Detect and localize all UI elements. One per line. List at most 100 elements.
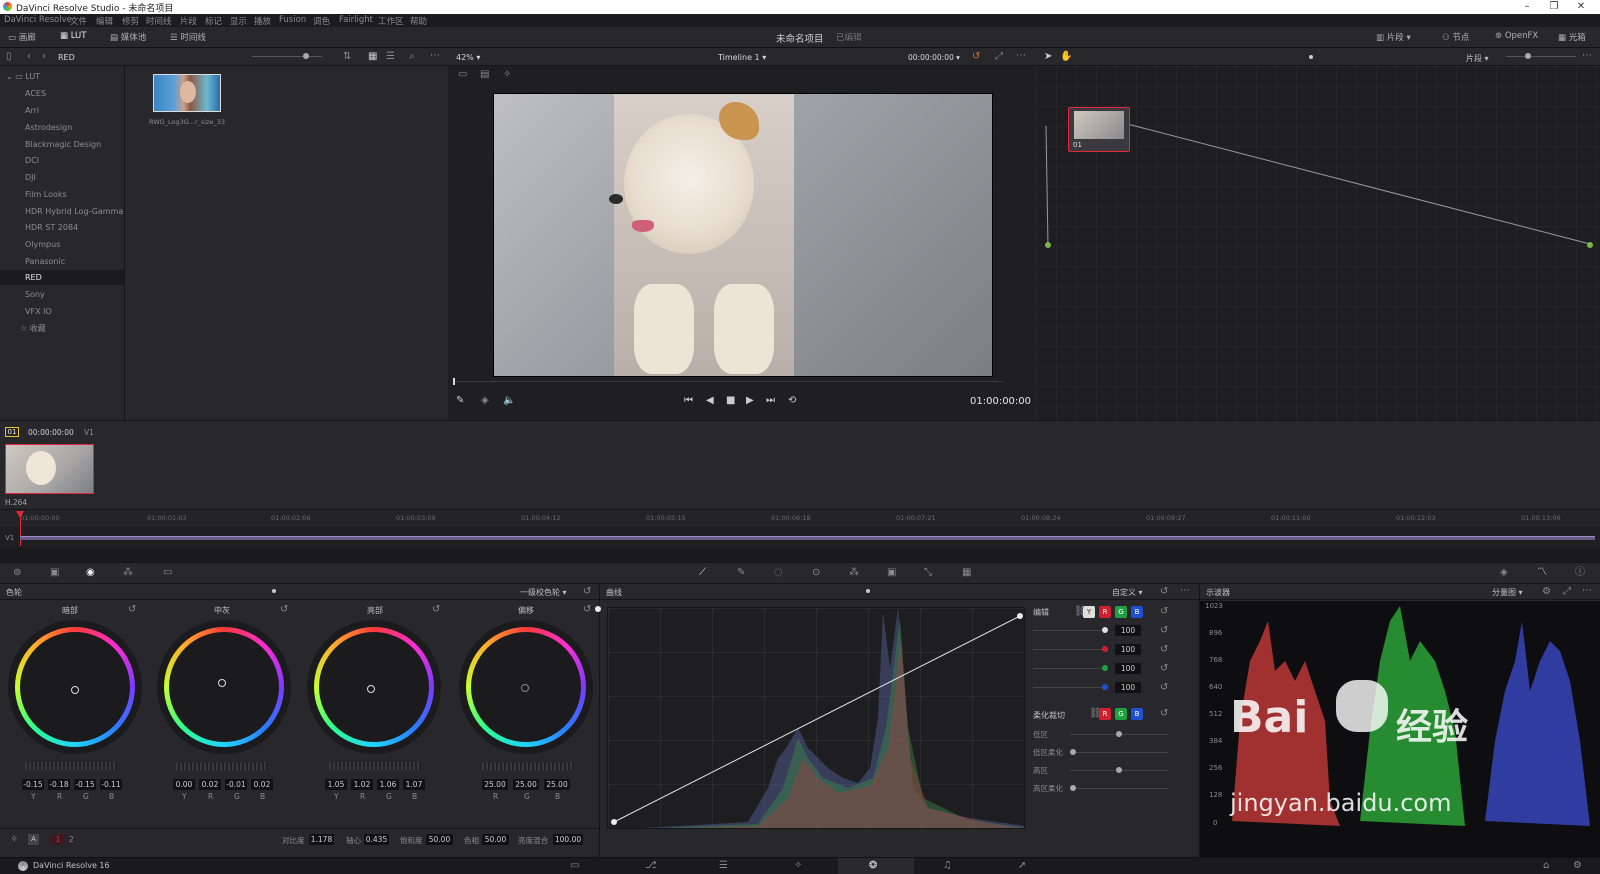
- intensity-g-slider[interactable]: [1033, 668, 1108, 669]
- forward-icon[interactable]: ›: [42, 52, 46, 62]
- softclip-g-button[interactable]: G: [1115, 708, 1127, 720]
- fullscreen-icon[interactable]: ⤢: [1563, 587, 1571, 597]
- lut-folder-aces[interactable]: ACES: [25, 89, 46, 98]
- search-icon[interactable]: ⌕: [409, 52, 415, 62]
- more-options-icon[interactable]: ⋯: [430, 51, 440, 61]
- media-page-icon[interactable]: ▭: [570, 861, 579, 871]
- camera-raw-icon[interactable]: ⊚: [13, 568, 21, 578]
- cut-page-icon[interactable]: ⎇: [645, 861, 657, 871]
- page-dot[interactable]: [1309, 55, 1313, 59]
- lut-folder-hdr-hlg[interactable]: HDR Hybrid Log-Gamma: [25, 207, 123, 216]
- back-icon[interactable]: ‹: [27, 52, 31, 62]
- intensity-y-handle[interactable]: [1102, 627, 1108, 633]
- menu-fusion[interactable]: Fusion: [279, 15, 306, 25]
- softclip-b-button[interactable]: B: [1131, 708, 1143, 720]
- close-icon[interactable]: ✕: [1568, 0, 1594, 14]
- more-options-icon[interactable]: ⋯: [1582, 51, 1592, 61]
- grid-view-icon[interactable]: ▦: [368, 52, 377, 62]
- reset-icon[interactable]: ↺: [128, 605, 136, 615]
- reset-icon[interactable]: ↺: [1160, 626, 1168, 636]
- page-dot[interactable]: [272, 589, 276, 593]
- curves-graph[interactable]: [607, 607, 1025, 829]
- minimize-icon[interactable]: –: [1514, 0, 1540, 14]
- reset-icon[interactable]: ↺: [583, 605, 591, 615]
- timeline-clip-bar[interactable]: [20, 536, 1595, 540]
- low-slider-handle[interactable]: [1116, 731, 1122, 737]
- intensity-g-value[interactable]: 100: [1115, 663, 1141, 674]
- settings-gear-icon[interactable]: ⚙: [1573, 861, 1582, 871]
- channel-b-button[interactable]: B: [1131, 606, 1143, 618]
- stop-icon[interactable]: ■: [726, 396, 735, 406]
- lut-folder-panasonic[interactable]: Panasonic: [25, 257, 65, 266]
- page-2-button[interactable]: 2: [69, 835, 74, 844]
- motion-effects-icon[interactable]: ▭: [163, 568, 172, 578]
- curve-point-black[interactable]: [611, 819, 617, 825]
- node-mode-selector[interactable]: 片段 ▾: [1466, 53, 1489, 64]
- wheel-lift-r[interactable]: -0.18: [48, 779, 70, 790]
- lut-thumbnail[interactable]: [153, 74, 221, 112]
- wheel-offset-slider[interactable]: [482, 762, 574, 770]
- channel-r-button[interactable]: R: [1099, 606, 1111, 618]
- list-view-icon[interactable]: ☰: [386, 52, 395, 62]
- menu-playback[interactable]: 播放: [254, 15, 271, 27]
- curves-icon[interactable]: ⟋: [699, 568, 706, 578]
- node-zoom-slider-handle[interactable]: [1525, 53, 1531, 59]
- node-zoom-slider[interactable]: [1506, 56, 1576, 57]
- reset-icon[interactable]: ↺: [432, 605, 440, 615]
- more-options-icon[interactable]: ⋯: [1016, 51, 1026, 61]
- intensity-b-value[interactable]: 100: [1115, 682, 1141, 693]
- lut-folder-dci[interactable]: DCI: [25, 156, 39, 165]
- wheel-gain-g[interactable]: 1.06: [377, 779, 399, 790]
- openfx-button[interactable]: ⊛ OpenFX: [1495, 31, 1538, 41]
- pivot-value[interactable]: 0.435: [364, 834, 389, 845]
- wheel-offset-handle[interactable]: [521, 684, 529, 692]
- channel-y-button[interactable]: Y: [1083, 606, 1095, 618]
- menu-edit[interactable]: 编辑: [96, 15, 113, 27]
- rgb-mixer-icon[interactable]: ⁂: [123, 568, 133, 578]
- lut-folder-dji[interactable]: DJI: [25, 173, 36, 182]
- nodes-button[interactable]: ⚇ 节点: [1442, 31, 1469, 43]
- reset-icon[interactable]: ↺: [1160, 645, 1168, 655]
- favorites-item[interactable]: ☆ 收藏: [20, 323, 46, 334]
- maximize-icon[interactable]: ❐: [1541, 0, 1567, 14]
- intensity-b-slider[interactable]: [1033, 687, 1108, 688]
- lut-folder-arri[interactable]: Arri: [25, 106, 39, 115]
- tracker-icon[interactable]: ⊙: [812, 568, 820, 578]
- wheel-gain-handle[interactable]: [367, 685, 375, 693]
- lut-folder-hdr-st2084[interactable]: HDR ST 2084: [25, 223, 78, 232]
- intensity-y-slider[interactable]: [1033, 630, 1108, 631]
- wheel-lift[interactable]: [8, 620, 142, 754]
- clips-button[interactable]: ▥ 片段 ▾: [1376, 31, 1411, 43]
- loop-icon[interactable]: ↺: [972, 52, 980, 62]
- page-1-button[interactable]: 1: [50, 834, 66, 845]
- auto-color-icon[interactable]: A: [28, 834, 39, 845]
- lut-folder-blackmagic[interactable]: Blackmagic Design: [25, 140, 101, 149]
- reset-icon[interactable]: ↺: [1160, 683, 1168, 693]
- page-dot[interactable]: [866, 589, 870, 593]
- node-01[interactable]: 01: [1068, 107, 1130, 152]
- color-match-icon[interactable]: ▣: [50, 568, 59, 578]
- menu-workspace[interactable]: 工作区: [378, 15, 404, 27]
- wheel-gain-slider[interactable]: [329, 762, 421, 770]
- more-options-icon[interactable]: ⋯: [1582, 586, 1592, 596]
- wheel-gain-y[interactable]: 1.05: [325, 779, 347, 790]
- qualifier-icon[interactable]: ✎: [737, 568, 745, 578]
- wheel-gamma-b[interactable]: 0.02: [251, 779, 273, 790]
- fairlight-page-icon[interactable]: ♫: [943, 861, 952, 871]
- reset-icon[interactable]: ↺: [583, 587, 591, 597]
- loop-playback-icon[interactable]: ⟲: [788, 396, 796, 406]
- reset-icon[interactable]: ↺: [1160, 607, 1168, 617]
- edit-page-icon[interactable]: ☰: [719, 861, 728, 871]
- menu-clip[interactable]: 片段: [180, 15, 197, 27]
- menu-timeline[interactable]: 时间线: [146, 15, 172, 27]
- lut-folder-astrodesign[interactable]: Astrodesign: [25, 123, 72, 132]
- color-wheels-icon[interactable]: ◉: [86, 568, 95, 578]
- sidebar-toggle-icon[interactable]: ▯: [6, 52, 12, 62]
- key-icon[interactable]: ▣: [887, 568, 896, 578]
- menu-help[interactable]: 帮助: [410, 15, 427, 27]
- lut-folder-red[interactable]: RED: [25, 273, 42, 282]
- skip-end-icon[interactable]: ⏭: [766, 396, 775, 406]
- intensity-b-handle[interactable]: [1102, 684, 1108, 690]
- wheel-lift-g[interactable]: -0.15: [74, 779, 96, 790]
- wheel-gamma-y[interactable]: 0.00: [173, 779, 195, 790]
